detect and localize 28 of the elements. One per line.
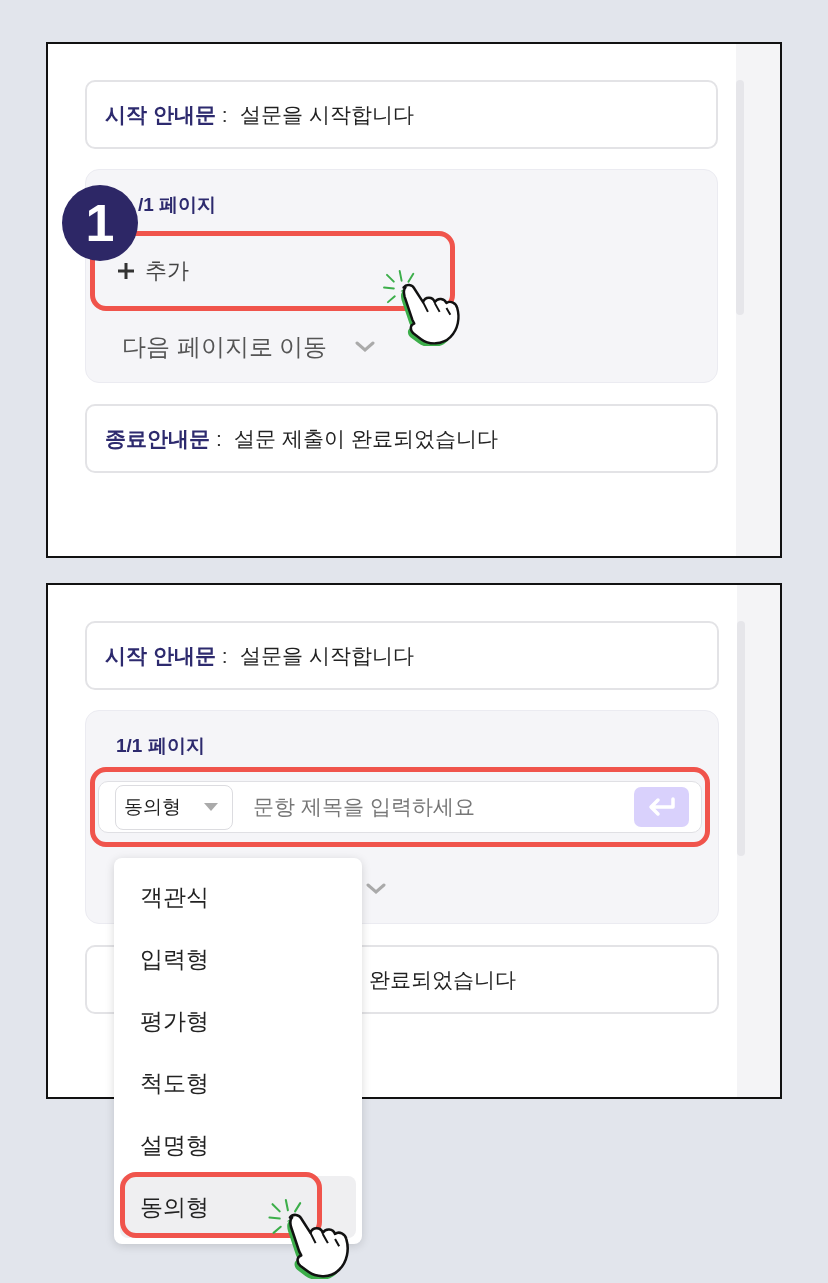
plus-icon	[117, 262, 135, 280]
notice-text: 설문을 시작합니다	[239, 101, 414, 128]
notice-label: 시작 안내문	[105, 642, 216, 669]
menu-item[interactable]: 척도형	[120, 1052, 356, 1114]
next-page-action[interactable]: 다음 페이지로 이동	[122, 331, 328, 363]
type-select[interactable]: 동의형	[115, 784, 233, 830]
menu-item[interactable]: 설명형	[120, 1114, 356, 1176]
dropdown-arrow-icon	[204, 803, 218, 811]
chevron-down-icon	[355, 341, 376, 353]
enter-button[interactable]	[634, 787, 689, 827]
page-title: 1/1 페이지	[116, 734, 206, 758]
step-badge: 1	[62, 185, 138, 261]
notice-text: 완료되었습니다	[369, 966, 516, 993]
separator: :	[221, 102, 228, 127]
enter-icon	[646, 797, 677, 817]
menu-item[interactable]: 입력형	[120, 928, 356, 990]
menu-item[interactable]: 평가형	[120, 990, 356, 1052]
page-title: /1 페이지	[138, 193, 218, 217]
menu-item[interactable]: 객관식	[120, 866, 356, 928]
separator: :	[221, 643, 228, 668]
notice-label: 종료안내문	[105, 425, 210, 452]
chevron-down-icon	[366, 883, 386, 895]
separator: :	[216, 426, 222, 451]
question-title-field[interactable]: 동의형 문항 제목을 입력하세요	[98, 781, 702, 833]
select-value: 동의형	[124, 795, 181, 819]
notice-text: 설문을 시작합니다	[239, 642, 414, 669]
notice-text: 설문 제출이 완료되었습니다	[233, 425, 498, 452]
notice-label: 시작 안내문	[105, 101, 216, 128]
